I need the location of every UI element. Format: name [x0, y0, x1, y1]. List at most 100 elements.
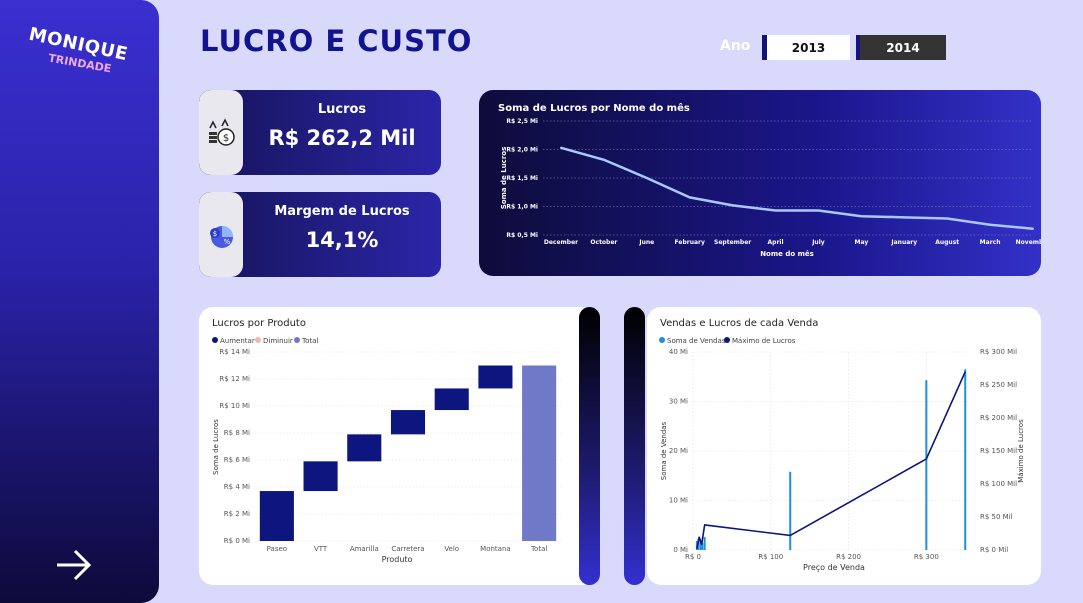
data-point	[860, 215, 863, 218]
bar-montana	[478, 365, 513, 389]
series-line	[560, 146, 1034, 230]
y2-tick-label: R$ 100 Mil	[980, 480, 1017, 488]
legend-marker-diminuir	[255, 337, 261, 343]
bar-paseo	[259, 491, 294, 541]
legend-marker-profit	[724, 337, 730, 343]
year-option-2014[interactable]: 2014	[856, 35, 946, 60]
data-point	[645, 177, 648, 179]
x-axis-label: Produto	[382, 555, 413, 564]
x-tick-label: R$ 0	[685, 553, 701, 561]
legend-profit: Máximo de Lucros	[732, 337, 796, 345]
y-tick-label: R$ 2,5 Mi	[506, 118, 538, 125]
x-tick-label: Carretera	[391, 545, 424, 553]
profit-line	[696, 371, 966, 549]
sales-profit-chart: Vendas e Lucros de cada Venda Soma de Ve…	[659, 318, 1025, 572]
data-point	[989, 223, 992, 226]
data-point	[731, 204, 734, 207]
y-tick-label: 10 Mi	[669, 497, 688, 505]
x-tick-label: June	[638, 239, 654, 246]
y-tick-label: 30 Mi	[669, 398, 688, 406]
x-tick-label: April	[768, 239, 784, 246]
y2-tick-label: R$ 150 Mil	[980, 447, 1017, 455]
pie-chart-icon: $ %	[199, 192, 243, 277]
x-tick-label: Amarilla	[350, 545, 379, 553]
arrow-right-icon[interactable]	[55, 548, 93, 582]
sidebar: MONIQUE TRINDADE	[0, 0, 159, 603]
x-tick-label: October	[590, 239, 617, 246]
bar-vtt	[303, 461, 338, 492]
profit-by-month-card: Soma de Lucros por Nome do mês Nome do m…	[479, 90, 1050, 276]
legend-aumentar: Aumentar	[220, 337, 255, 345]
y-tick-label: R$ 2 Mi	[224, 510, 250, 518]
y-tick-label: R$ 0,5 Mi	[506, 232, 538, 239]
data-point	[560, 146, 562, 149]
x-tick-label: R$ 100	[758, 553, 783, 561]
svg-text:$: $	[223, 133, 229, 144]
profit-by-month-chart: Soma de Lucros por Nome do mês Nome do m…	[498, 102, 1050, 258]
y-tick-label: R$ 12 Mi	[219, 375, 250, 383]
y2-tick-label: R$ 0 Mil	[980, 546, 1008, 554]
legend-marker-sales	[659, 337, 665, 343]
legend-marker-aumentar	[212, 337, 218, 343]
svg-text:$: $	[213, 230, 217, 238]
y-axis-label: Soma de Lucros	[212, 419, 220, 475]
data-point	[602, 158, 605, 161]
legend-marker-total	[294, 337, 300, 343]
y-tick-label: R$ 2,0 Mi	[506, 147, 538, 154]
kpi-margem-label: Margem de Lucros	[274, 204, 410, 219]
y-tick-label: R$ 4 Mi	[224, 483, 250, 491]
kpi-card-lucros: $ Lucros R$ 262,2 Mil	[199, 90, 441, 175]
x-tick-label: January	[890, 239, 917, 246]
x-tick-label: Total	[530, 545, 547, 553]
y-tick-label: R$ 1,0 Mi	[506, 204, 538, 211]
profit-by-product-chart: Lucros por Produto Aumentar Diminuir Tot…	[212, 318, 561, 564]
y2-tick-label: R$ 300 Mil	[980, 348, 1017, 356]
y-tick-label: R$ 14 Mi	[219, 348, 250, 356]
sales-bar	[703, 537, 706, 550]
x-tick-label: R$ 300	[914, 553, 939, 561]
x-axis-label: Nome do mês	[760, 250, 814, 258]
data-point	[903, 216, 906, 219]
x-tick-label: September	[714, 239, 751, 246]
y2-axis-label: Máximo de Lucros	[1017, 419, 1025, 483]
sales-bar	[789, 471, 792, 550]
decorative-bar	[579, 307, 600, 585]
x-tick-label: February	[675, 239, 705, 246]
x-tick-label: Paseo	[267, 545, 287, 553]
data-point	[946, 217, 949, 220]
legend-diminuir: Diminuir	[263, 337, 293, 345]
kpi-lucros-label: Lucros	[317, 102, 367, 117]
data-point	[774, 209, 777, 212]
y-tick-label: R$ 10 Mi	[219, 402, 250, 410]
x-tick-label: May	[854, 239, 868, 246]
logo: MONIQUE TRINDADE	[18, 24, 138, 86]
y-tick-label: R$ 0 Mi	[224, 537, 250, 545]
x-axis-label: Preço de Venda	[803, 563, 865, 572]
y-tick-label: 40 Mi	[669, 348, 688, 356]
year-option-2013[interactable]: 2013	[762, 35, 850, 60]
kpi-card-margem: $ % Margem de Lucros 14,1%	[199, 192, 441, 277]
y-tick-label: R$ 6 Mi	[224, 456, 250, 464]
x-tick-label: Velo	[444, 545, 459, 553]
x-tick-label: R$ 200	[836, 553, 861, 561]
year-filter-label: Ano	[720, 38, 751, 54]
data-point	[1032, 227, 1034, 230]
profit-by-product-card: Lucros por Produto Aumentar Diminuir Tot…	[199, 307, 597, 585]
y-axis-label: Soma de Vendas	[660, 421, 668, 480]
chart-title: Soma de Lucros por Nome do mês	[498, 102, 690, 114]
kpi-lucros-value: R$ 262,2 Mil	[268, 126, 416, 150]
y2-tick-label: R$ 250 Mil	[980, 381, 1017, 389]
chart-title: Vendas e Lucros de cada Venda	[660, 318, 818, 329]
chart-title: Lucros por Produto	[212, 318, 306, 329]
y-tick-label: R$ 1,5 Mi	[506, 175, 538, 182]
kpi-margem-value: 14,1%	[305, 228, 379, 252]
page-title: LUCRO E CUSTO	[200, 24, 473, 58]
x-tick-label: December	[544, 239, 578, 246]
bar-total	[522, 365, 557, 541]
legend-sales: Soma de Vendas	[667, 337, 726, 345]
decorative-bar	[624, 307, 645, 585]
bar-carretera	[390, 410, 426, 435]
sales-bar	[964, 369, 967, 550]
x-tick-label: November	[1016, 239, 1041, 246]
x-tick-label: July	[811, 239, 825, 246]
